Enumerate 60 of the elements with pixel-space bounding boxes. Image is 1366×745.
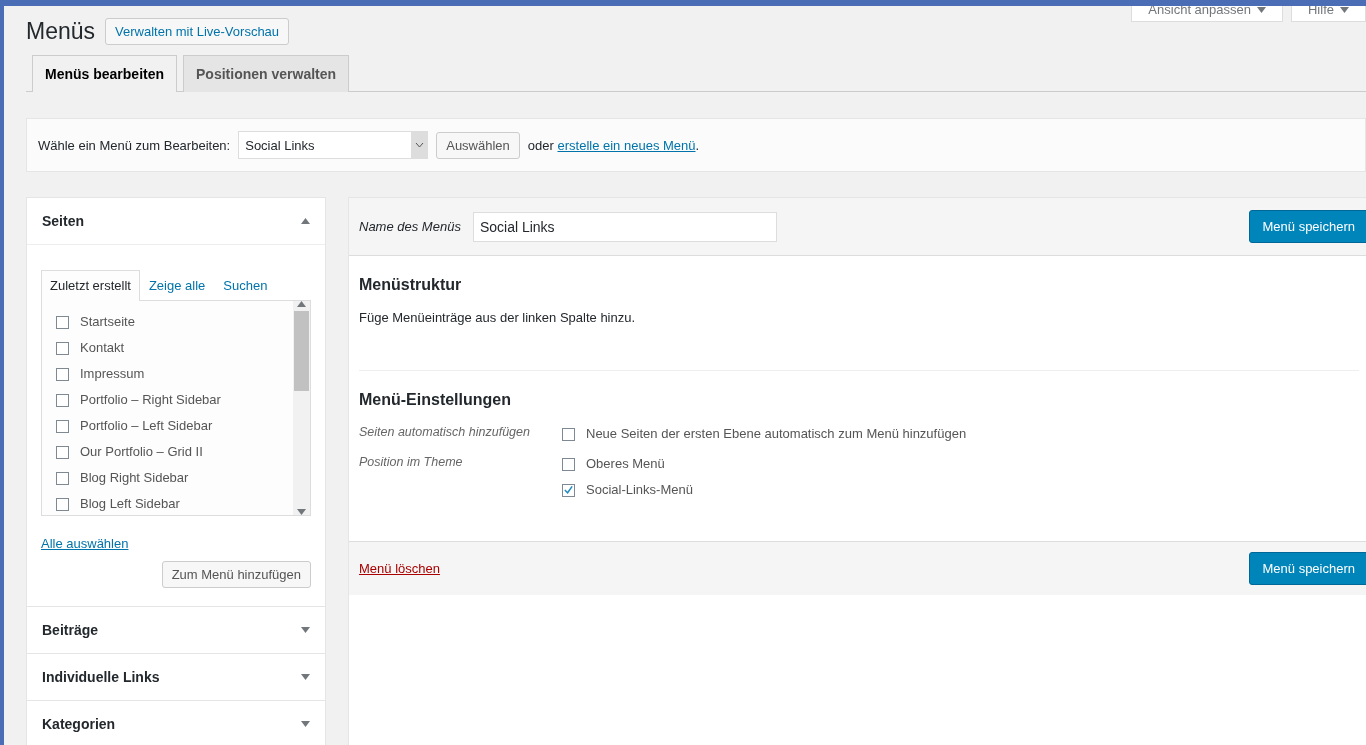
scrollbar[interactable] — [293, 301, 310, 515]
accordion-header[interactable]: Seiten — [27, 198, 325, 244]
caret-icon — [1340, 6, 1349, 13]
scroll-down-icon — [297, 509, 306, 515]
checkbox[interactable] — [562, 427, 575, 441]
page-item-label: Our Portfolio – Grid II — [80, 443, 203, 461]
accordion-header[interactable]: Beiträge — [27, 607, 325, 653]
page-item-label: Kontakt — [80, 339, 125, 357]
setting-label: Position im Theme — [359, 455, 464, 471]
create-menu-link[interactable]: erstelle ein neues Menü — [557, 137, 696, 153]
menu-name-label: Name des Menüs — [359, 219, 461, 234]
page-item-label: Portfolio – Left Sidebar — [80, 417, 213, 435]
menu-name-field[interactable]: Social Links — [472, 211, 777, 242]
checkbox[interactable] — [56, 419, 69, 433]
menu-select-label: Wähle ein Menü zum Bearbeiten: — [38, 137, 231, 153]
section-heading: Menü-Einstellungen — [359, 391, 512, 409]
checkbox[interactable] — [56, 341, 69, 355]
setting-label: Seiten automatisch hinzufügen — [359, 425, 531, 441]
select-button[interactable]: Auswählen — [436, 131, 520, 159]
delete-menu-link[interactable]: Menü löschen — [359, 561, 440, 576]
add-to-menu-button[interactable]: Zum Menü hinzufügen — [161, 561, 311, 588]
save-menu-button[interactable]: Menü speichern — [1248, 210, 1366, 243]
panel-tab[interactable]: Zuletzt erstellt — [41, 270, 140, 301]
save-menu-button[interactable]: Menü speichern — [1248, 552, 1366, 585]
option-label: Neue Seiten der ersten Ebene automatisch zum Menü hinzufügen — [586, 425, 967, 443]
page-item-label: Impressum — [80, 365, 145, 383]
option-label: Social-Links-Menü — [586, 481, 693, 499]
menu-dropdown[interactable]: Social Links — [238, 131, 429, 159]
expand-arrow-icon — [301, 674, 310, 680]
caret-icon — [1257, 6, 1266, 13]
live-preview-button[interactable]: Verwalten mit Live-Vorschau — [105, 18, 290, 45]
expand-arrow-icon — [301, 627, 310, 633]
select-all-link[interactable]: Alle auswählen — [41, 536, 129, 551]
section-heading: Menüstruktur — [359, 276, 463, 294]
checkbox[interactable] — [56, 471, 69, 485]
checkbox[interactable] — [56, 497, 69, 511]
tab[interactable]: Positionen verwalten — [183, 55, 350, 92]
checkbox[interactable] — [56, 315, 69, 329]
tab[interactable]: Menüs bearbeiten — [32, 55, 178, 92]
checkbox[interactable] — [56, 393, 69, 407]
page-item-label: Blog Left Sidebar — [80, 495, 180, 513]
checkbox[interactable] — [56, 367, 69, 381]
create-menu-text: oder erstelle ein neues Menü. — [527, 137, 700, 153]
structure-hint: Füge Menüeinträge aus der linken Spalte hinzu. — [359, 310, 637, 325]
option-label: Oberes Menü — [586, 455, 665, 473]
page-item-label: Blog Right Sidebar — [80, 469, 189, 487]
scroll-up-icon — [297, 301, 306, 307]
checkbox[interactable] — [562, 457, 575, 471]
collapse-arrow-icon — [301, 218, 310, 224]
page-item-label: Startseite — [80, 313, 135, 331]
page-item-label: Portfolio – Right Sidebar — [80, 391, 221, 409]
panel-tab[interactable]: Suchen — [214, 270, 277, 300]
chevron-down-icon — [414, 142, 424, 148]
accordion-header[interactable]: Kategorien — [27, 701, 325, 745]
expand-arrow-icon — [301, 721, 310, 727]
checkbox[interactable] — [56, 445, 69, 459]
checkbox[interactable] — [562, 483, 575, 497]
panel-tab[interactable]: Zeige alle — [139, 270, 215, 300]
page-title: Menüs — [26, 18, 96, 45]
accordion-header[interactable]: Individuelle Links — [27, 654, 325, 700]
